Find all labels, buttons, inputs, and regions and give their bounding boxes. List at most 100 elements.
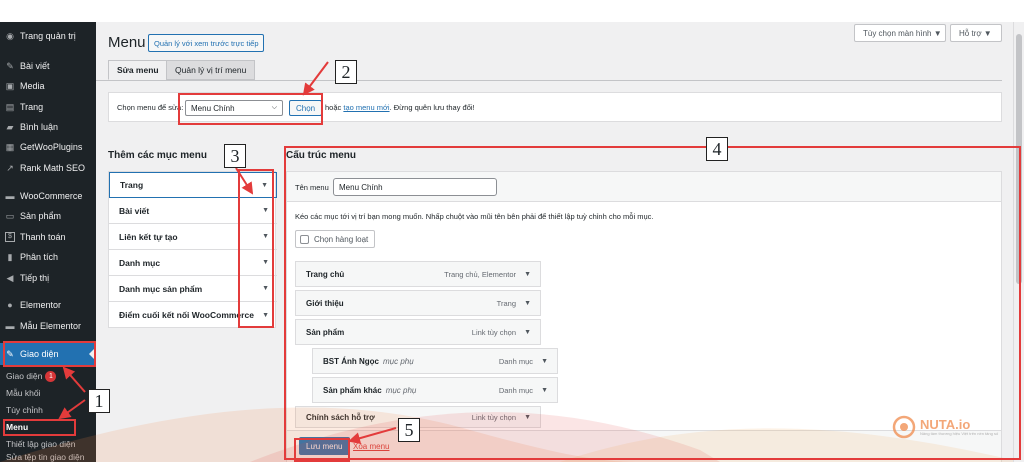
menu-name-row: Tên menu Menu Chính <box>287 172 1001 202</box>
admin-sidebar: ◉ Trang quản trị ✎ Bài viết ▣ Media ▤ Trang … <box>0 22 96 462</box>
bulk-select-button[interactable]: Chọn hàng loạt <box>295 230 376 248</box>
accordion-pages[interactable]: Trang ▼ <box>109 172 277 198</box>
save-menu-button[interactable]: Lưu menu <box>299 437 350 455</box>
page-scrollbar[interactable] <box>1013 22 1024 462</box>
pin-icon: ✎ <box>6 61 14 71</box>
sidebar-item-label: Phân tích <box>20 252 59 262</box>
megaphone-icon: ◀ <box>6 273 14 283</box>
scrollbar-thumb[interactable] <box>1016 34 1022 284</box>
plugin-icon: ▦ <box>5 142 15 152</box>
menu-select-value: Menu Chính <box>191 103 235 113</box>
submenu-theme-setup[interactable]: Thiết lập giao diện <box>0 436 96 452</box>
page-title: Menu <box>108 34 146 51</box>
menu-item[interactable]: Giới thiệu Trang ▼ <box>295 290 541 316</box>
callout-3: 3 <box>224 144 246 168</box>
sidebar-item-label: Sản phẩm <box>20 211 62 221</box>
menu-item-child[interactable]: Sản phẩm khác mục phụ Danh mục ▼ <box>312 377 558 403</box>
sidebar-item-products[interactable]: ▭ Sản phẩm <box>0 206 96 226</box>
accordion-woocommerce-endpoints[interactable]: Điểm cuối kết nối WooCommerce ▼ <box>109 302 277 328</box>
menu-item[interactable]: Trang chủ Trang chủ, Elementor ▼ <box>295 261 541 287</box>
create-menu-link[interactable]: tạo menu mới <box>343 103 389 112</box>
sidebar-item-woocommerce[interactable]: ▬ WooCommerce <box>0 186 96 206</box>
or-text: hoặc <box>325 103 342 112</box>
menu-item-subtitle: mục phụ <box>385 385 417 395</box>
sidebar-item-elementor-templates[interactable]: ▬ Mẫu Elementor <box>0 316 96 336</box>
caret-down-icon: ▼ <box>262 207 269 214</box>
sidebar-item-label: Thanh toán <box>20 232 66 242</box>
analytics-icon: ▮ <box>7 252 13 262</box>
accordion-custom-links[interactable]: Liên kết tự tạo ▼ <box>109 224 277 250</box>
delete-menu-link[interactable]: Xóa menu <box>353 442 389 451</box>
sidebar-item-label: WooCommerce <box>20 191 83 201</box>
structure-instructions: Kéo các mục tới vị trí bạn mong muốn. Nh… <box>295 212 654 221</box>
structure-title: Cấu trúc menu <box>286 150 357 161</box>
caret-down-icon[interactable]: ▼ <box>541 358 548 365</box>
sidebar-item-label: Bình luận <box>20 122 59 132</box>
caret-down-icon[interactable]: ▼ <box>524 300 531 307</box>
accordion-categories[interactable]: Danh mục ▼ <box>109 250 277 276</box>
menu-item[interactable]: Sản phẩm Link tùy chọn ▼ <box>295 319 541 345</box>
sidebar-item-dashboard[interactable]: ◉ Trang quản trị <box>0 26 96 46</box>
tab-edit-menu[interactable]: Sửa menu <box>108 60 168 80</box>
sidebar-item-appearance[interactable]: ✎ Giao diện <box>0 343 96 365</box>
menu-item-type: Danh mục <box>498 385 533 395</box>
elementor-icon: ● <box>7 300 13 310</box>
menu-item-title: Sản phẩm khác <box>323 385 382 395</box>
menu-structure-panel: Tên menu Menu Chính Kéo các mục tới vị t… <box>286 171 1002 462</box>
callout-1: 1 <box>88 389 110 413</box>
accordion-label: Danh mục sản phẩm <box>119 283 203 294</box>
sidebar-item-analytics[interactable]: ▮ Phân tích <box>0 247 96 267</box>
sidebar-item-elementor[interactable]: ● Elementor <box>0 295 96 315</box>
callout-5: 5 <box>398 418 420 442</box>
choose-button[interactable]: Chọn <box>289 100 323 116</box>
active-pointer <box>89 347 96 361</box>
chevron-down-icon: ⌵ <box>271 104 277 111</box>
accordion-label: Danh mục <box>119 257 161 268</box>
tab-manage-locations[interactable]: Quản lý vị trí menu <box>166 60 256 80</box>
comment-icon: ▰ <box>6 122 14 132</box>
sidebar-item-media[interactable]: ▣ Media <box>0 76 96 96</box>
callout-2: 2 <box>335 60 357 84</box>
sidebar-item-pages[interactable]: ▤ Trang <box>0 97 96 117</box>
caret-down-icon[interactable]: ▼ <box>524 329 531 336</box>
sidebar-item-marketing[interactable]: ◀ Tiếp thị <box>0 268 96 288</box>
submenu-block-patterns[interactable]: Mẫu khối <box>0 385 96 401</box>
product-icon: ▭ <box>5 211 15 221</box>
menu-footer: Lưu menu Xóa menu <box>287 430 1001 462</box>
payment-icon: $ <box>5 232 15 242</box>
accordion-label: Điểm cuối kết nối WooCommerce <box>119 310 254 320</box>
callout-4: 4 <box>706 137 728 161</box>
tab-line <box>96 80 1002 81</box>
accordion-product-categories[interactable]: Danh mục sản phẩm ▼ <box>109 276 277 302</box>
help-button[interactable]: Hỗ trợ ▼ <box>950 24 1002 42</box>
caret-down-icon[interactable]: ▼ <box>524 271 531 278</box>
sidebar-item-label: Media <box>20 81 45 91</box>
caret-down-icon[interactable]: ▼ <box>524 414 531 421</box>
submenu-theme-editor[interactable]: Sửa tệp tin giao diện <box>0 452 96 462</box>
checkbox-icon <box>300 234 309 244</box>
sidebar-item-label: GetWooPlugins <box>20 142 83 152</box>
menu-name-input[interactable]: Menu Chính <box>333 178 497 196</box>
add-items-accordion: Trang ▼ Bài viết ▼ Liên kết tự tạo ▼ Danh m… <box>108 171 277 328</box>
select-menu-bar: Chọn menu để sửa: Menu Chính ⌵ Chọn hoặc … <box>108 92 1002 122</box>
screen-options-button[interactable]: Tùy chọn màn hình ▼ <box>854 24 946 42</box>
sidebar-item-payments[interactable]: $ Thanh toán <box>0 227 96 247</box>
menu-item-child[interactable]: BST Ánh Ngọc mục phụ Danh mục ▼ <box>312 348 558 374</box>
menu-select[interactable]: Menu Chính ⌵ <box>185 100 283 116</box>
accordion-posts[interactable]: Bài viết ▼ <box>109 198 277 224</box>
sidebar-item-getwooplugins[interactable]: ▦ GetWooPlugins <box>0 137 96 157</box>
submenu-menus[interactable]: Menu <box>0 419 96 435</box>
sidebar-item-comments[interactable]: ▰ Bình luận <box>0 117 96 137</box>
submenu-appearance[interactable]: Giao diện 1 <box>0 368 96 384</box>
caret-down-icon[interactable]: ▼ <box>541 387 548 394</box>
menu-item-title: Trang chủ <box>306 269 345 279</box>
submenu-customize[interactable]: Tùy chỉnh <box>0 402 96 418</box>
menu-item-type: Link tùy chọn <box>471 412 516 422</box>
menu-item-type: Trang chủ, Elementor <box>444 269 516 279</box>
submenu-label: Giao diện <box>6 371 43 381</box>
sidebar-item-rankmath[interactable]: ↗ Rank Math SEO <box>0 158 96 178</box>
caret-down-icon: ▼ <box>262 233 269 240</box>
live-preview-button[interactable]: Quản lý với xem trước trực tiếp <box>148 34 265 52</box>
sidebar-item-posts[interactable]: ✎ Bài viết <box>0 56 96 76</box>
accordion-label: Trang <box>120 180 144 190</box>
